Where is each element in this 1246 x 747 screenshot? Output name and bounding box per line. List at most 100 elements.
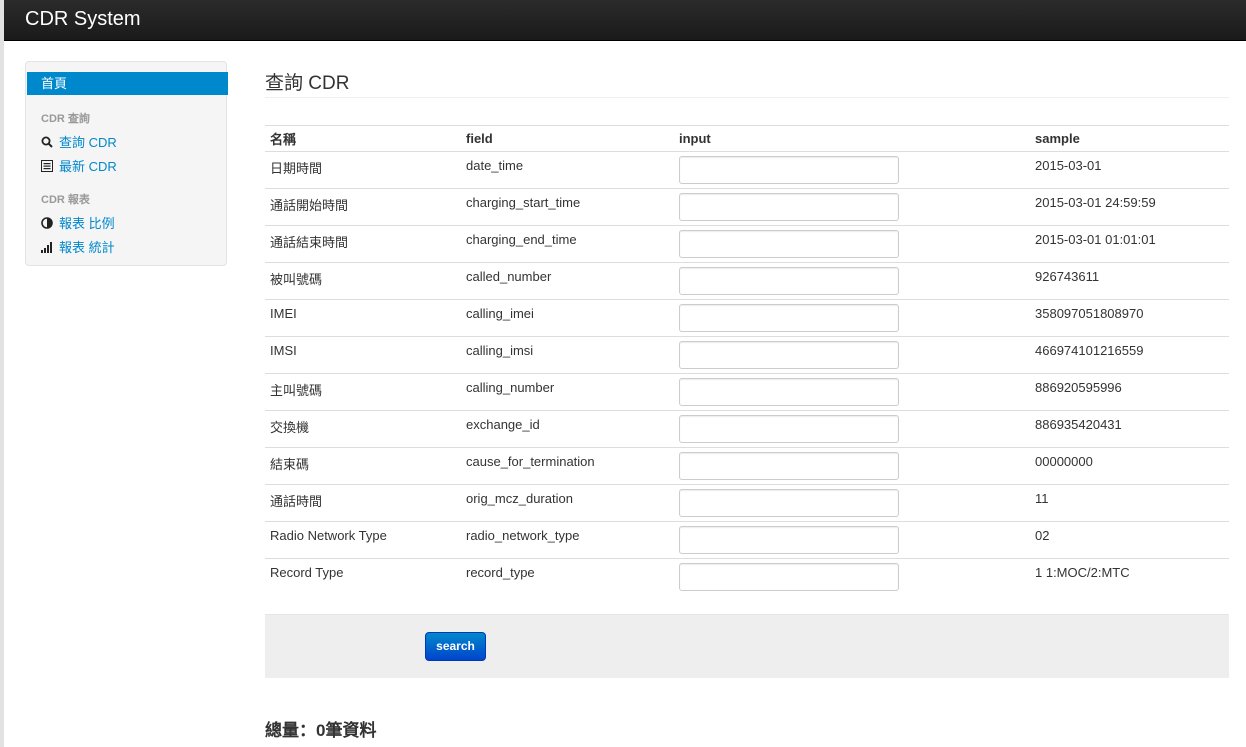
orig-mcz-duration-input[interactable] <box>679 489 899 517</box>
row-name: 通話結束時間 <box>265 225 461 263</box>
column-header-field: field <box>461 125 674 152</box>
top-navbar: CDR System <box>4 0 1246 41</box>
row-input-cell <box>674 410 1030 448</box>
row-input-cell <box>674 299 1030 337</box>
title-divider <box>265 97 1229 98</box>
row-input-cell <box>674 336 1030 374</box>
table-row: 結束碼 cause_for_termination 00000000 <box>265 447 1229 485</box>
table-row: 交換機 exchange_id 886935420431 <box>265 410 1229 448</box>
brand-title[interactable]: CDR System <box>25 8 141 30</box>
sidebar-item-latest-cdr[interactable]: 最新 CDR <box>41 156 117 175</box>
row-input-cell <box>674 558 1030 596</box>
table-row: 通話時間 orig_mcz_duration 11 <box>265 484 1229 522</box>
sidebar: 首頁 CDR 查詢 查詢 CDR 最新 CDR CDR 報表 報表 比例 報表 … <box>25 61 228 266</box>
row-name: 主叫號碼 <box>265 373 461 411</box>
row-field: calling_imei <box>461 299 674 337</box>
record-type-input[interactable] <box>679 563 899 591</box>
row-input-cell <box>674 373 1030 411</box>
row-field: radio_network_type <box>461 521 674 559</box>
search-button[interactable]: search <box>425 632 486 661</box>
sidebar-item-label: 報表 統計 <box>59 240 115 255</box>
row-field: charging_end_time <box>461 225 674 263</box>
row-name: 通話開始時間 <box>265 188 461 226</box>
charging-end-time-input[interactable] <box>679 230 899 258</box>
row-field: calling_number <box>461 373 674 411</box>
adjust-icon <box>41 217 53 232</box>
row-sample: 02 <box>1030 521 1229 559</box>
table-row: 日期時間 date_time 2015-03-01 <box>265 151 1229 189</box>
column-header-name: 名稱 <box>265 125 461 152</box>
sidebar-item-home[interactable]: 首頁 <box>27 72 228 95</box>
row-sample: 11 <box>1030 484 1229 522</box>
row-name: 通話時間 <box>265 484 461 522</box>
row-name: Radio Network Type <box>265 521 461 559</box>
date-time-input[interactable] <box>679 156 899 184</box>
row-sample: 466974101216559 <box>1030 336 1229 374</box>
exchange-id-input[interactable] <box>679 415 899 443</box>
row-name: IMSI <box>265 336 461 374</box>
row-field: orig_mcz_duration <box>461 484 674 522</box>
row-sample: 2015-03-01 24:59:59 <box>1030 188 1229 226</box>
row-sample: 2015-03-01 01:01:01 <box>1030 225 1229 263</box>
table-row: Record Type record_type 1 1:MOC/2:MTC <box>265 558 1229 596</box>
row-input-cell <box>674 188 1030 226</box>
row-field: cause_for_termination <box>461 447 674 485</box>
row-field: called_number <box>461 262 674 300</box>
signal-bars-icon <box>41 241 53 256</box>
sidebar-item-query-cdr[interactable]: 查詢 CDR <box>41 132 117 151</box>
called-number-input[interactable] <box>679 267 899 295</box>
row-input-cell <box>674 521 1030 559</box>
row-input-cell <box>674 262 1030 300</box>
row-input-cell <box>674 484 1030 522</box>
column-header-input: input <box>674 125 1030 152</box>
table-row: IMSI calling_imsi 466974101216559 <box>265 336 1229 374</box>
sidebar-header-cdr-query: CDR 查詢 <box>41 113 90 125</box>
sidebar-item-label: 查詢 CDR <box>59 135 117 150</box>
row-sample: 886920595996 <box>1030 373 1229 411</box>
form-actions: search <box>265 614 1229 678</box>
table-row: Radio Network Type radio_network_type 02 <box>265 521 1229 559</box>
row-sample: 358097051808970 <box>1030 299 1229 337</box>
table-row: IMEI calling_imei 358097051808970 <box>265 299 1229 337</box>
row-field: calling_imsi <box>461 336 674 374</box>
row-name: 交換機 <box>265 410 461 448</box>
calling-number-input[interactable] <box>679 378 899 406</box>
table-row: 主叫號碼 calling_number 886920595996 <box>265 373 1229 411</box>
column-header-sample: sample <box>1030 125 1229 152</box>
row-field: charging_start_time <box>461 188 674 226</box>
row-name: 被叫號碼 <box>265 262 461 300</box>
radio-network-type-input[interactable] <box>679 526 899 554</box>
table-header-row: 名稱 field input sample <box>265 125 1229 152</box>
row-sample: 00000000 <box>1030 447 1229 485</box>
row-sample: 926743611 <box>1030 262 1229 300</box>
row-field: exchange_id <box>461 410 674 448</box>
table-row: 被叫號碼 called_number 926743611 <box>265 262 1229 300</box>
sidebar-item-label: 報表 比例 <box>59 216 115 231</box>
row-name: Record Type <box>265 558 461 596</box>
calling-imei-input[interactable] <box>679 304 899 332</box>
charging-start-time-input[interactable] <box>679 193 899 221</box>
row-sample: 2015-03-01 <box>1030 151 1229 189</box>
table-row: 通話開始時間 charging_start_time 2015-03-01 24:5… <box>265 188 1229 226</box>
search-icon <box>41 136 53 151</box>
row-input-cell <box>674 225 1030 263</box>
row-field: record_type <box>461 558 674 596</box>
row-input-cell <box>674 151 1030 189</box>
sidebar-item-report-ratio[interactable]: 報表 比例 <box>41 213 115 232</box>
page-title: 查詢 CDR <box>265 73 350 94</box>
row-sample: 1 1:MOC/2:MTC <box>1030 558 1229 596</box>
window-left-border <box>0 0 4 747</box>
list-icon <box>41 160 53 175</box>
table-row: 通話結束時間 charging_end_time 2015-03-01 01:01:… <box>265 225 1229 263</box>
row-input-cell <box>674 447 1030 485</box>
row-name: 日期時間 <box>265 151 461 189</box>
sidebar-header-cdr-report: CDR 報表 <box>41 194 90 206</box>
sidebar-item-report-stats[interactable]: 報表 統計 <box>41 237 115 256</box>
cause-for-termination-input[interactable] <box>679 452 899 480</box>
row-name: 結束碼 <box>265 447 461 485</box>
row-field: date_time <box>461 151 674 189</box>
row-sample: 886935420431 <box>1030 410 1229 448</box>
row-name: IMEI <box>265 299 461 337</box>
total-count: 總量：0筆資料 <box>265 721 377 740</box>
calling-imsi-input[interactable] <box>679 341 899 369</box>
